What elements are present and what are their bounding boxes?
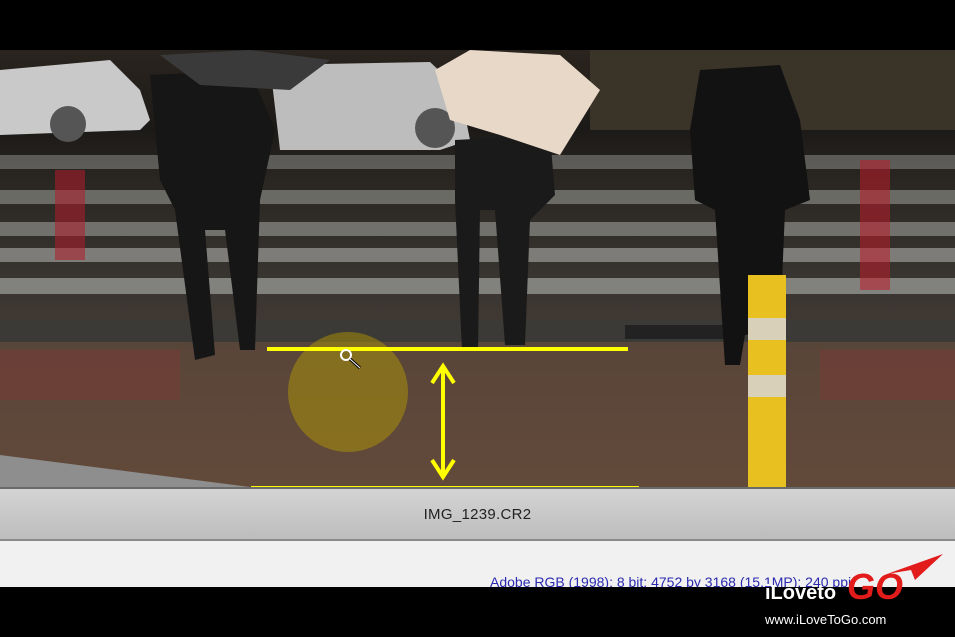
filename-bar: IMG_1239.CR2 [0,487,955,541]
bollard-stripe [748,375,786,397]
watermark-brand-prefix: iLoveto [765,582,837,604]
watermark-url: www.iLoveToGo.com [765,612,887,627]
bollard-stripe [748,318,786,340]
filename-label: IMG_1239.CR2 [423,505,532,523]
person-center [455,135,555,350]
car-left-wheel [50,106,86,142]
drain-grate [625,325,725,339]
watermark-brand-suffix: GO [847,566,904,607]
light-reflection [55,170,85,260]
light-reflection [860,160,890,290]
watermark-logo: iLoveto GO www.iLoveToGo.com [765,552,945,632]
photo-preview[interactable] [0,50,955,487]
person-left [150,70,275,360]
sidewalk [0,342,955,487]
top-black-bar [0,0,955,50]
photo-illustration [0,50,955,487]
